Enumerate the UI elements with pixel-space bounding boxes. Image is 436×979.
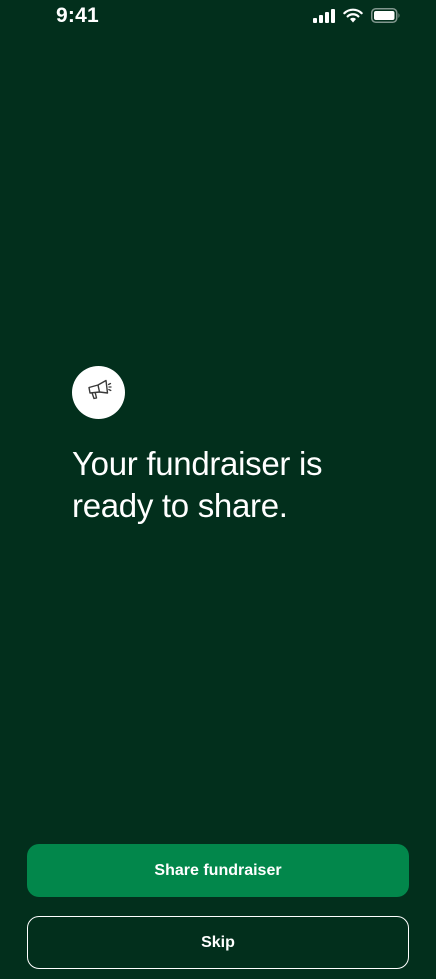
hero-title-line-2: ready to share. [72,487,288,524]
battery-icon [371,8,401,23]
skip-label: Skip [201,933,235,951]
skip-button[interactable]: Skip [27,916,409,969]
hero-title-line-1: Your fundraiser is [72,445,323,482]
status-time: 9:41 [56,4,99,27]
megaphone-icon-badge [72,366,125,419]
hero: Your fundraiser is ready to share. [72,366,392,527]
signal-icon [313,8,335,23]
status-icons [313,8,401,23]
megaphone-icon [86,378,112,407]
wifi-icon [343,8,363,23]
status-bar: 9:41 [0,0,436,34]
hero-title: Your fundraiser is ready to share. [72,443,392,527]
share-fundraiser-label: Share fundraiser [154,861,282,879]
share-fundraiser-button[interactable]: Share fundraiser [27,844,409,897]
